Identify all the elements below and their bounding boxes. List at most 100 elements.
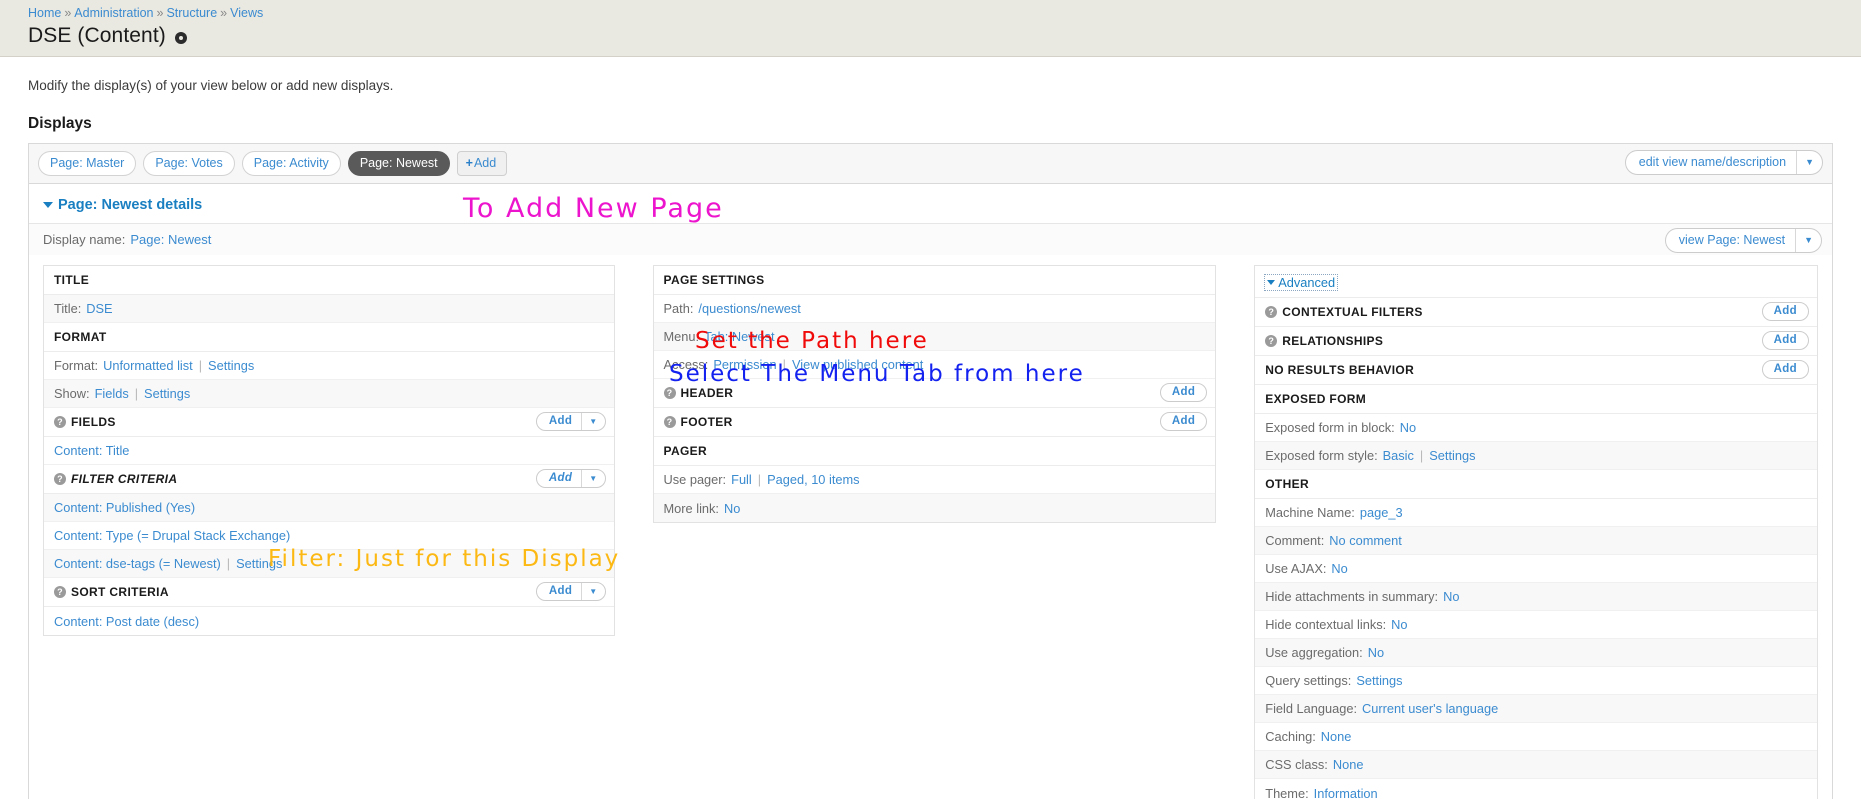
divider: | — [1419, 448, 1424, 463]
no-results-add-button[interactable]: Add — [1761, 360, 1809, 379]
row-machine-name: Machine Name: page_3 — [1255, 499, 1817, 527]
use-pager-value[interactable]: Full — [731, 472, 752, 487]
caching-value[interactable]: None — [1321, 729, 1352, 744]
settings-columns: TITLE Title: DSE FORMAT Format: Unformat… — [29, 255, 1832, 799]
chevron-down-icon[interactable]: ▼ — [1795, 229, 1821, 252]
footer-add-button[interactable]: Add — [1159, 412, 1208, 431]
display-tab-page-master[interactable]: Page: Master — [38, 151, 137, 176]
fields-item-label[interactable]: Content: Title — [54, 443, 129, 458]
row-exposed-form-style: Exposed form style: Basic | Settings — [1255, 442, 1817, 470]
field-language-value[interactable]: Current user's language — [1362, 701, 1498, 716]
gear-icon[interactable] — [174, 32, 187, 44]
exposed-block-value[interactable]: No — [1400, 420, 1416, 435]
section-no-results-behavior-heading: NO RESULTS BEHAVIOR Add — [1255, 356, 1817, 385]
help-icon[interactable]: ? — [1265, 335, 1278, 347]
filter-item-label[interactable]: Content: dse-tags (= Newest) — [54, 556, 221, 571]
access-value[interactable]: Permission — [713, 357, 776, 372]
filter-item-label[interactable]: Content: Published (Yes) — [54, 500, 195, 515]
header-add-button[interactable]: Add — [1159, 383, 1208, 402]
section-contextual-filters-heading: ? CONTEXTUAL FILTERS Add — [1255, 298, 1817, 327]
chevron-down-icon[interactable]: ▼ — [581, 583, 604, 600]
path-value[interactable]: /questions/newest — [698, 301, 800, 316]
comment-value[interactable]: No comment — [1329, 533, 1402, 548]
divider: | — [782, 357, 786, 372]
theme-value[interactable]: Information — [1314, 786, 1378, 799]
add-display-button[interactable]: +Add — [456, 151, 508, 176]
display-tab-page-votes[interactable]: Page: Votes — [143, 151, 235, 176]
show-settings-link[interactable]: Settings — [144, 386, 190, 401]
breadcrumb-item-administration[interactable]: Administration — [74, 6, 153, 20]
filter-item-label[interactable]: Content: Type (= Drupal Stack Exchange) — [54, 528, 290, 543]
help-icon[interactable]: ? — [663, 387, 676, 399]
help-icon[interactable]: ? — [1265, 306, 1278, 318]
row-more-link: More link: No — [653, 494, 1216, 522]
breadcrumb-separator: » — [64, 6, 72, 20]
access-detail-link[interactable]: View published content — [792, 357, 923, 372]
more-link-value[interactable]: No — [724, 501, 740, 516]
menu-label: Menu: — [663, 329, 700, 344]
row-hide-attachments: Hide attachments in summary: No — [1255, 583, 1817, 611]
row-query-settings: Query settings: Settings — [1255, 667, 1817, 695]
details-title-row: Page: Newest details — [29, 184, 1832, 223]
menu-value[interactable]: Tab: Newest — [704, 329, 774, 344]
format-value[interactable]: Unformatted list — [103, 358, 193, 373]
use-ajax-value[interactable]: No — [1331, 561, 1347, 576]
field-language-label: Field Language: — [1265, 701, 1358, 716]
divider: | — [757, 472, 762, 487]
filter-item: Content: Published (Yes) — [44, 494, 614, 522]
exposed-style-value[interactable]: Basic — [1383, 448, 1414, 463]
row-hide-contextual-links: Hide contextual links: No — [1255, 611, 1817, 639]
section-page-settings-heading: PAGE SETTINGS — [653, 266, 1216, 295]
hide-attachments-value[interactable]: No — [1443, 589, 1459, 604]
help-icon[interactable]: ? — [54, 586, 66, 598]
exposed-style-settings-link[interactable]: Settings — [1429, 448, 1475, 463]
page-title-row: DSE (Content) — [0, 20, 1861, 48]
use-pager-detail-link[interactable]: Paged, 10 items — [767, 472, 859, 487]
chevron-down-icon[interactable]: ▼ — [581, 470, 604, 487]
sort-add-button[interactable]: Add ▼ — [535, 582, 606, 601]
chevron-down-icon[interactable]: ▼ — [1796, 151, 1822, 174]
advanced-toggle[interactable]: Advanced — [1264, 274, 1339, 291]
column-middle: PAGE SETTINGS Path: /questions/newest Me… — [652, 265, 1217, 523]
machine-name-value[interactable]: page_3 — [1360, 505, 1403, 520]
chevron-down-icon[interactable]: ▼ — [581, 413, 604, 430]
displays-tab-bar: Page: Master Page: Votes Page: Activity … — [28, 143, 1833, 183]
help-icon[interactable]: ? — [54, 473, 66, 485]
query-settings-value[interactable]: Settings — [1356, 673, 1402, 688]
details-title-toggle[interactable]: Page: Newest details — [43, 197, 202, 213]
column-right: Advanced ? CONTEXTUAL FILTERS Add ? RELA… — [1254, 265, 1818, 799]
sort-item-label[interactable]: Content: Post date (desc) — [54, 614, 199, 629]
show-value[interactable]: Fields — [95, 386, 129, 401]
row-theme: Theme: Information — [1255, 779, 1817, 799]
section-title-heading: TITLE — [44, 266, 614, 295]
format-settings-link[interactable]: Settings — [208, 358, 254, 373]
filter-item-settings-link[interactable]: Settings — [236, 556, 282, 571]
breadcrumb-item-structure[interactable]: Structure — [166, 6, 217, 20]
fields-add-button[interactable]: Add ▼ — [535, 412, 606, 431]
use-aggregation-value[interactable]: No — [1368, 645, 1384, 660]
css-class-value[interactable]: None — [1333, 757, 1364, 772]
display-name-value[interactable]: Page: Newest — [130, 232, 211, 247]
displays-heading: Displays — [28, 115, 92, 132]
filter-add-button[interactable]: Add ▼ — [535, 469, 606, 488]
format-label: Format: — [54, 358, 99, 373]
filter-add-label: Add — [548, 472, 573, 484]
breadcrumb-item-views[interactable]: Views — [230, 6, 263, 20]
display-tab-page-activity[interactable]: Page: Activity — [241, 151, 341, 176]
breadcrumb-separator: » — [156, 6, 164, 20]
help-icon[interactable]: ? — [54, 416, 66, 428]
row-format: Format: Unformatted list | Settings — [44, 352, 614, 380]
relationships-add-button[interactable]: Add — [1761, 331, 1809, 350]
relationships-label: RELATIONSHIPS — [1282, 334, 1384, 348]
title-value[interactable]: DSE — [86, 301, 112, 316]
contextual-filters-add-button[interactable]: Add — [1761, 302, 1809, 321]
add-display-label: Add — [473, 156, 497, 170]
breadcrumb-item-home[interactable]: Home — [28, 6, 61, 20]
display-tab-page-newest[interactable]: Page: Newest — [347, 151, 450, 176]
help-icon[interactable]: ? — [663, 416, 676, 428]
page-content: Modify the display(s) of your view below… — [0, 78, 1861, 799]
edit-view-name-description-button[interactable]: edit view name/description ▼ — [1624, 150, 1823, 175]
view-page-newest-button[interactable]: view Page: Newest ▼ — [1664, 228, 1822, 253]
hide-contextual-links-value[interactable]: No — [1391, 617, 1407, 632]
title-label: Title: — [54, 301, 82, 316]
